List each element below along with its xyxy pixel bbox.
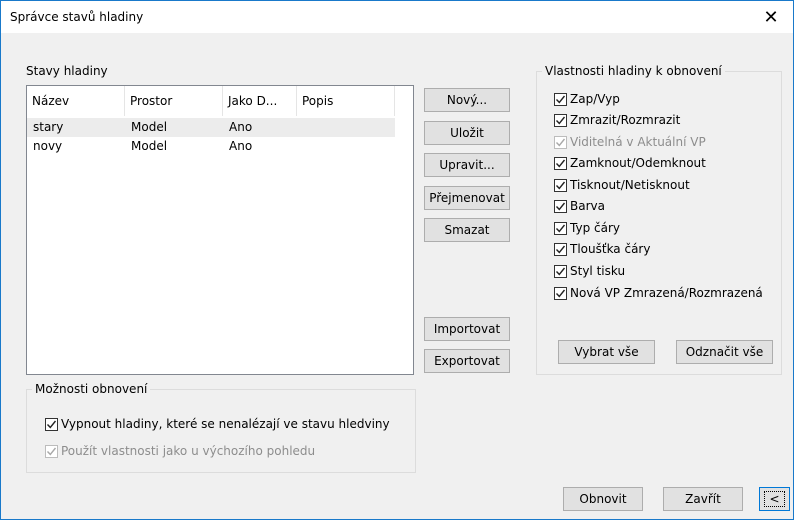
edit-button[interactable]: Upravit... — [424, 153, 510, 177]
checkbox-label: Viditelná v Aktuální VP — [570, 135, 706, 149]
checkbox-linetype[interactable]: Typ čáry — [554, 221, 620, 235]
checkbox-box — [554, 199, 567, 213]
properties-group-title: Vlastnosti hladiny k obnovení — [542, 64, 725, 78]
close-icon[interactable]: ✕ — [751, 2, 791, 32]
checkbox-label: Tisknout/Netisknout — [570, 178, 690, 192]
checkbox-label: Zamknout/Odemknout — [570, 156, 706, 170]
cell-name: stary — [33, 120, 64, 134]
checkbox-turn-off-not-found[interactable]: Vypnout hladiny, které se nenalézají ve … — [45, 417, 390, 431]
clear-all-button[interactable]: Odznačit vše — [676, 340, 773, 364]
delete-button[interactable]: Smazat — [424, 218, 510, 242]
checkbox-visible-in-current-vp: Viditelná v Aktuální VP — [554, 135, 706, 149]
layer-states-label: Stavy hladiny — [26, 64, 108, 78]
checkbox-label: Zmrazit/Rozmrazit — [570, 113, 681, 127]
checkbox-new-vp-freeze[interactable]: Nová VP Zmrazená/Rozmrazená — [554, 286, 763, 300]
checkbox-box — [554, 286, 567, 300]
checkbox-box — [554, 221, 567, 235]
cell-as-default: Ano — [229, 139, 253, 153]
title-bar: Správce stavů hladiny ✕ — [1, 1, 793, 33]
checkbox-label: Vypnout hladiny, které se nenalézají ve … — [61, 417, 390, 431]
restore-options-group: Možnosti obnovení — [26, 382, 416, 473]
checkbox-on-off[interactable]: Zap/Vyp — [554, 92, 620, 106]
checkbox-lineweight[interactable]: Tloušťka čáry — [554, 242, 650, 256]
layer-states-manager-dialog: Správce stavů hladiny ✕ Stavy hladiny Ná… — [0, 0, 794, 520]
checkbox-box — [554, 264, 567, 278]
list-item[interactable]: novy Model Ano — [27, 137, 395, 156]
checkbox-label: Styl tisku — [570, 264, 626, 278]
column-header-description[interactable]: Popis — [297, 86, 395, 116]
dialog-title: Správce stavů hladiny — [10, 10, 144, 24]
checkbox-lock-unlock[interactable]: Zamknout/Odemknout — [554, 156, 706, 170]
restore-button[interactable]: Obnovit — [563, 487, 643, 511]
checkbox-plot-style[interactable]: Styl tisku — [554, 264, 625, 278]
list-item[interactable]: stary Model Ano — [27, 118, 395, 137]
checkbox-label: Barva — [570, 199, 605, 213]
cell-as-default: Ano — [229, 120, 253, 134]
select-all-button[interactable]: Vybrat vše — [558, 340, 655, 364]
checkbox-label: Nová VP Zmrazená/Rozmrazená — [570, 286, 763, 300]
checkbox-color[interactable]: Barva — [554, 199, 605, 213]
checkbox-label: Použít vlastnosti jako u výchozího pohle… — [61, 444, 316, 458]
import-button[interactable]: Importovat — [424, 317, 510, 341]
restore-options-title: Možnosti obnovení — [32, 382, 151, 396]
export-button[interactable]: Exportovat — [424, 349, 510, 373]
column-header-space[interactable]: Prostor — [125, 86, 223, 116]
collapse-button[interactable]: < — [759, 487, 790, 511]
column-header-as-default[interactable]: Jako D... — [223, 86, 297, 116]
cell-space: Model — [131, 139, 168, 153]
checkbox-label: Typ čáry — [570, 221, 620, 235]
layer-states-list[interactable]: Název Prostor Jako D... Popis stary Mode… — [26, 85, 414, 375]
collapse-button-label: < — [764, 491, 785, 507]
checkbox-box — [45, 444, 58, 458]
checkbox-box — [554, 92, 567, 106]
checkbox-box — [554, 242, 567, 256]
checkbox-plot-noplot[interactable]: Tisknout/Netisknout — [554, 178, 690, 192]
checkbox-freeze-thaw[interactable]: Zmrazit/Rozmrazit — [554, 113, 680, 127]
new-button[interactable]: Nový... — [424, 88, 510, 112]
checkbox-box — [554, 135, 567, 149]
list-header: Název Prostor Jako D... Popis — [27, 86, 397, 116]
cell-space: Model — [131, 120, 168, 134]
rename-button[interactable]: Přejmenovat — [424, 186, 510, 210]
close-button[interactable]: Zavřít — [663, 487, 743, 511]
checkbox-box — [554, 178, 567, 192]
checkbox-box — [45, 417, 58, 431]
checkbox-use-default-view-props: Použít vlastnosti jako u výchozího pohle… — [45, 444, 315, 458]
checkbox-box — [554, 156, 567, 170]
column-header-name[interactable]: Název — [27, 86, 125, 116]
save-button[interactable]: Uložit — [424, 121, 510, 145]
checkbox-label: Tloušťka čáry — [570, 242, 651, 256]
cell-name: novy — [33, 139, 63, 153]
checkbox-label: Zap/Vyp — [570, 92, 620, 106]
checkbox-box — [554, 113, 567, 127]
